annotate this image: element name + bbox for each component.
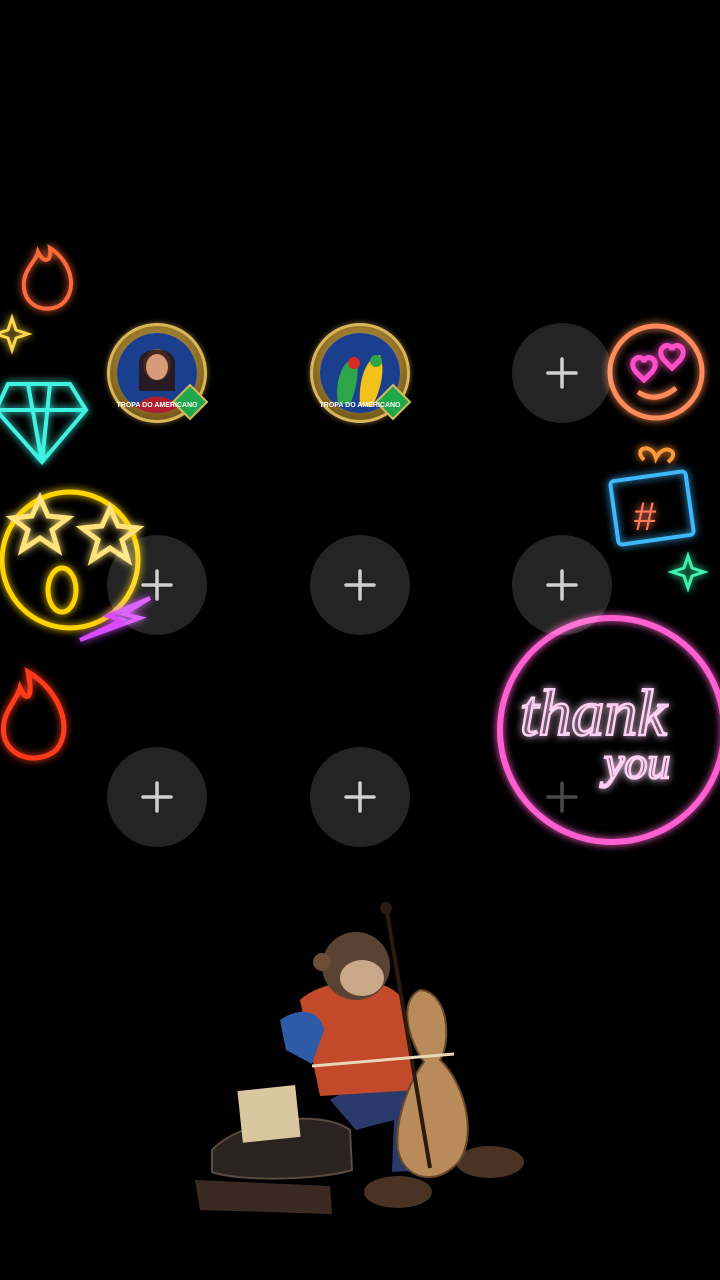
- plus-icon: [546, 569, 578, 601]
- hashtag-text: #: [634, 495, 657, 539]
- sparkle-icon: [0, 313, 33, 355]
- thank-you-line2: you: [600, 737, 670, 788]
- user-avatar[interactable]: TROPA DO AMERICANO: [310, 323, 412, 423]
- empty-seat[interactable]: [310, 747, 410, 847]
- empty-seat[interactable]: [107, 535, 207, 635]
- plus-icon: [344, 781, 376, 813]
- empty-seat[interactable]: [512, 747, 612, 847]
- plus-icon: [344, 569, 376, 601]
- fire-icon: [0, 667, 67, 761]
- user-avatar[interactable]: TROPA DO AMERICANO: [107, 323, 209, 423]
- plus-icon: [546, 781, 578, 813]
- empty-seat[interactable]: [107, 747, 207, 847]
- plus-icon: [141, 569, 173, 601]
- fire-icon: [21, 243, 73, 311]
- diamond-icon: [0, 382, 89, 466]
- badge-text: TROPA DO AMERICANO: [116, 402, 198, 409]
- empty-seat[interactable]: [512, 323, 612, 423]
- monkey-cellist-illustration: [195, 902, 524, 1214]
- plus-icon: [546, 357, 578, 389]
- neon-decorations: # thank you: [0, 243, 720, 1214]
- empty-seat[interactable]: [512, 535, 612, 635]
- badge-text: TROPA DO AMERICANO: [319, 402, 401, 409]
- plus-icon: [141, 781, 173, 813]
- heart-eyes-emoji-icon: [607, 323, 705, 421]
- sparkle-icon: [667, 551, 709, 593]
- seat-avatar[interactable]: TROPA DO AMERICANO: [107, 323, 209, 423]
- empty-seat[interactable]: [310, 535, 410, 635]
- seat-avatar[interactable]: TROPA DO AMERICANO: [310, 323, 412, 423]
